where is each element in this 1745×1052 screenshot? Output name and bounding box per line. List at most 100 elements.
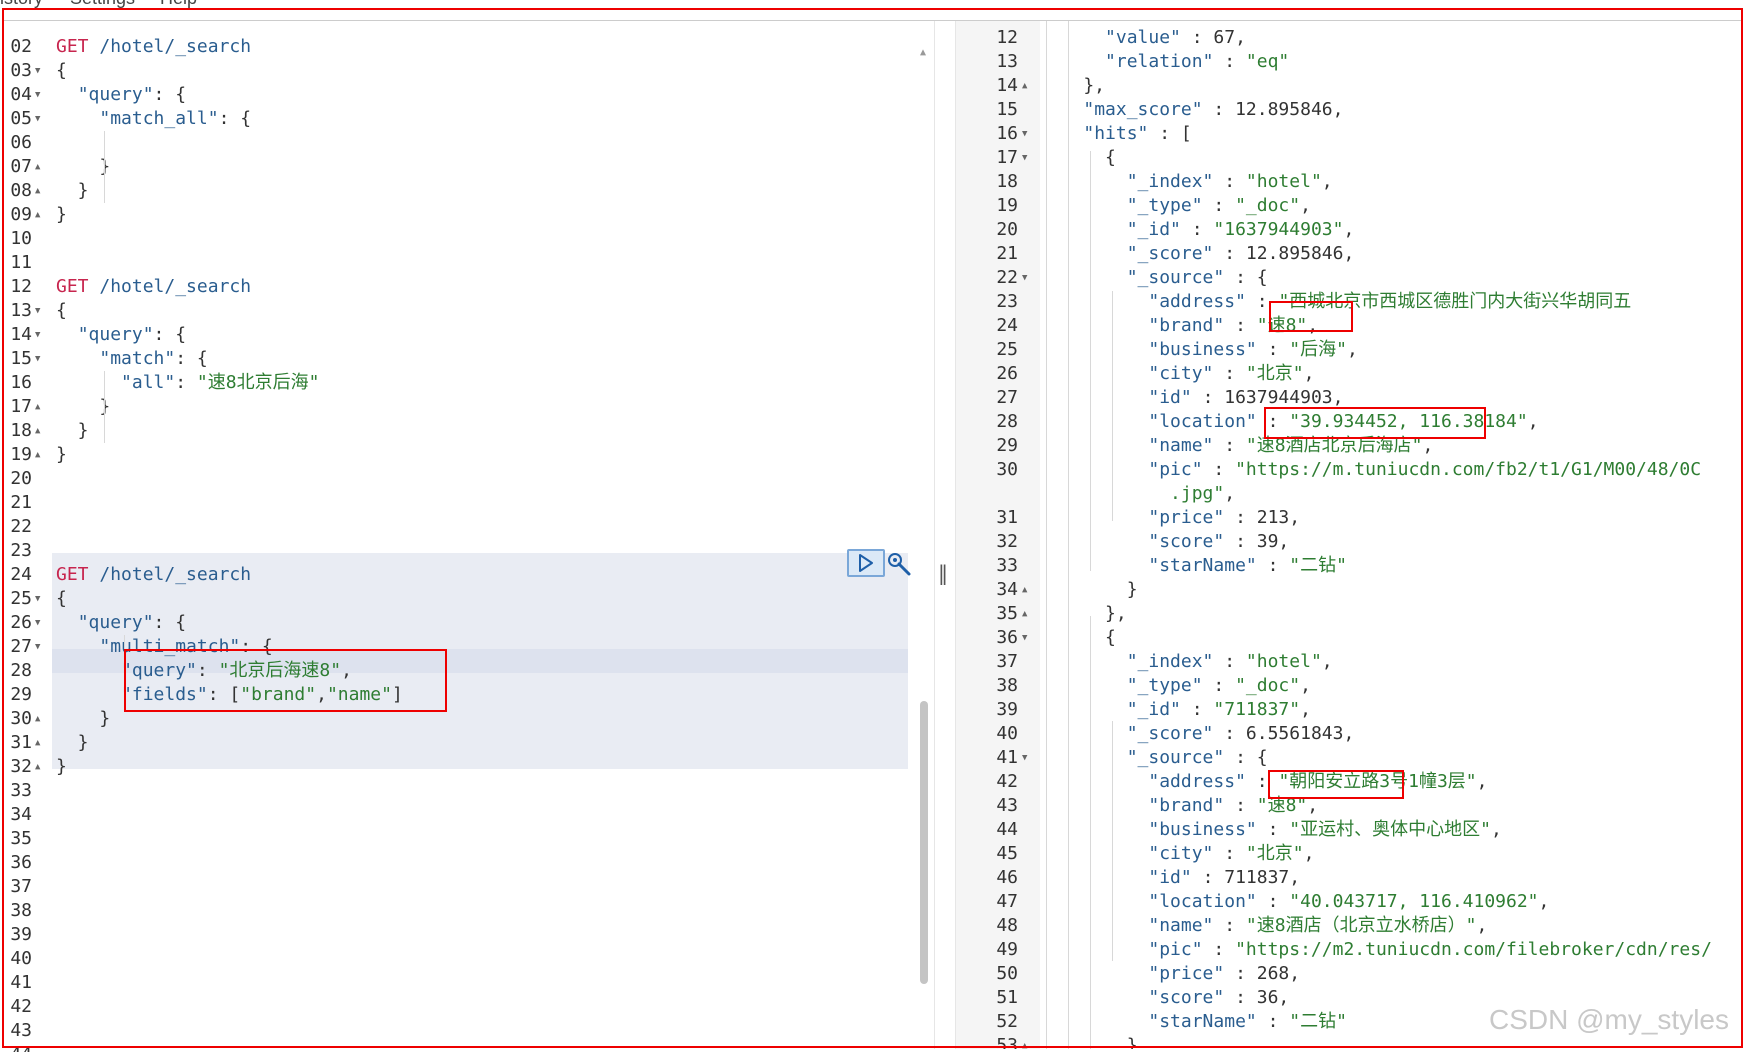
token-punct	[56, 684, 121, 705]
fold-collapse-icon[interactable]: ▼	[1022, 122, 1027, 146]
token-punct: ,	[1343, 219, 1355, 240]
fold-expand-icon[interactable]: ▲	[1022, 1034, 1027, 1049]
fold-collapse-icon[interactable]: ▼	[35, 83, 40, 107]
token-punct: : 268,	[1224, 963, 1301, 984]
token-punct: ]	[391, 684, 403, 705]
editor-scrollbar[interactable]	[920, 701, 928, 984]
fold-expand-icon[interactable]: ▲	[35, 203, 40, 227]
line-number: 18	[10, 420, 32, 441]
line-number: 12	[10, 276, 32, 297]
pane-resizer[interactable]	[934, 21, 956, 1049]
line-number: 10	[10, 228, 32, 249]
menu-history[interactable]: istory	[0, 0, 43, 8]
line-number: 34	[10, 804, 32, 825]
line-number: 25	[996, 339, 1018, 360]
line-number: 33	[996, 555, 1018, 576]
token-url: /hotel/_search	[99, 276, 252, 297]
fold-expand-icon[interactable]: ▲	[1022, 74, 1027, 98]
line-number: 35	[996, 603, 1018, 624]
token-str: "速8酒店北京后海店"	[1245, 435, 1423, 456]
code-line: {	[1040, 626, 1116, 650]
fold-collapse-icon[interactable]: ▼	[35, 347, 40, 371]
fold-collapse-icon[interactable]: ▼	[1022, 146, 1027, 170]
token-punct	[56, 372, 121, 393]
fold-expand-icon[interactable]: ▲	[35, 443, 40, 467]
token-key: "price"	[1148, 963, 1225, 984]
token-key: "_id"	[1126, 219, 1181, 240]
code-line: "_type" : "_doc",	[1040, 194, 1311, 218]
code-line: },	[1040, 602, 1127, 626]
token-key: "query"	[77, 612, 154, 633]
fold-expand-icon[interactable]: ▲	[35, 707, 40, 731]
line-number: 26	[10, 612, 32, 633]
fold-collapse-icon[interactable]: ▼	[35, 611, 40, 635]
token-str: "速8"	[1256, 315, 1308, 336]
token-str: "40.043717, 116.410962"	[1289, 891, 1539, 912]
fold-expand-icon[interactable]: ▲	[35, 731, 40, 755]
code-line: "id" : 711837,	[1040, 866, 1300, 890]
scroll-up-arrow-icon[interactable]: ▲	[920, 47, 926, 58]
code-line: "brand" : "速8",	[1040, 794, 1318, 818]
token-punct	[56, 612, 78, 633]
token-key: "starName"	[1148, 1011, 1257, 1032]
code-line: "city" : "北京",	[1040, 362, 1314, 386]
token-punct: :	[1256, 819, 1290, 840]
menu-help[interactable]: Help	[160, 0, 197, 8]
wrench-icon	[888, 553, 911, 576]
line-number: 02	[10, 36, 32, 57]
token-str: "二钻"	[1289, 555, 1347, 576]
fold-collapse-icon[interactable]: ▼	[35, 635, 40, 659]
code-line: "match_all": {	[56, 107, 251, 131]
token-key: "query"	[77, 84, 154, 105]
token-punct	[1040, 435, 1148, 456]
line-number: 52	[996, 1011, 1018, 1032]
send-request-button[interactable]	[847, 549, 885, 577]
fold-collapse-icon[interactable]: ▼	[1022, 746, 1027, 770]
token-punct	[1040, 507, 1148, 528]
line-number: 36	[10, 852, 32, 873]
token-str: "速8酒店（北京立水桥店）"	[1245, 915, 1477, 936]
indent-guide	[1068, 21, 1069, 1049]
token-str: "_doc"	[1235, 675, 1301, 696]
fold-collapse-icon[interactable]: ▼	[35, 323, 40, 347]
fold-expand-icon[interactable]: ▲	[35, 419, 40, 443]
code-line: "price" : 213,	[1040, 506, 1300, 530]
code-line: "all": "速8北京后海"	[56, 371, 319, 395]
code-line: }	[56, 155, 110, 179]
line-number: 22	[10, 516, 32, 537]
token-punct: :	[1180, 699, 1214, 720]
code-line: "id" : 1637944903,	[1040, 386, 1343, 410]
fold-expand-icon[interactable]: ▲	[1022, 602, 1027, 626]
fold-collapse-icon[interactable]: ▼	[35, 107, 40, 131]
fold-collapse-icon[interactable]: ▼	[1022, 626, 1027, 650]
token-punct	[1040, 555, 1148, 576]
fold-expand-icon[interactable]: ▲	[35, 155, 40, 179]
request-options-button[interactable]	[886, 551, 912, 577]
resizer-grip-icon[interactable]: ‖	[938, 561, 948, 585]
fold-collapse-icon[interactable]: ▼	[35, 587, 40, 611]
token-punct: : {	[175, 348, 208, 369]
token-str: "https://m2.tuniucdn.com/filebroker/cdn/…	[1235, 939, 1712, 960]
fold-expand-icon[interactable]: ▲	[35, 179, 40, 203]
token-method: GET	[56, 36, 100, 57]
fold-expand-icon[interactable]: ▲	[35, 395, 40, 419]
token-punct: : 36,	[1224, 987, 1290, 1008]
token-punct: :	[1213, 915, 1246, 936]
code-line: {	[56, 587, 67, 611]
fold-expand-icon[interactable]: ▲	[35, 755, 40, 779]
fold-collapse-icon[interactable]: ▼	[1022, 266, 1027, 290]
fold-collapse-icon[interactable]: ▼	[35, 299, 40, 323]
request-editor[interactable]: 02 GET /hotel/_search 03 ▼{04 ▼ "query": {05…	[4, 21, 934, 1052]
token-punct	[1040, 651, 1127, 672]
line-number: 37	[996, 651, 1018, 672]
code-line: "location" : "40.043717, 116.410962",	[1040, 890, 1549, 914]
line-number: 13	[10, 300, 32, 321]
fold-collapse-icon[interactable]: ▼	[35, 59, 40, 83]
line-number: 09	[10, 204, 32, 225]
token-punct: ,	[1321, 171, 1333, 192]
menu-settings[interactable]: Settings	[70, 0, 135, 8]
token-punct: ,	[1422, 435, 1434, 456]
fold-expand-icon[interactable]: ▲	[1022, 578, 1027, 602]
token-str: "二钻"	[1289, 1011, 1347, 1032]
token-key: "hits"	[1083, 123, 1149, 144]
